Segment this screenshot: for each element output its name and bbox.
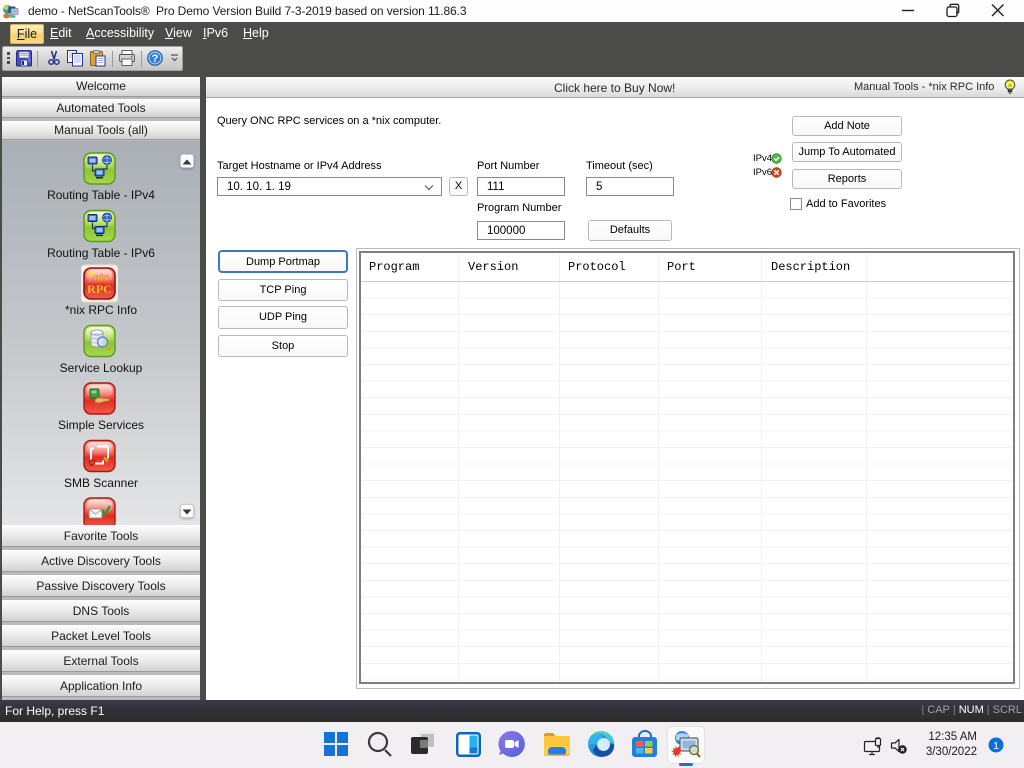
svg-text:1: 1 (993, 740, 999, 752)
svg-text:12:35 AM: 12:35 AM (928, 731, 977, 743)
svg-text:RPC: RPC (87, 282, 112, 296)
svg-text:3/30/2022: 3/30/2022 (926, 746, 977, 758)
svg-text:?: ? (152, 53, 159, 65)
